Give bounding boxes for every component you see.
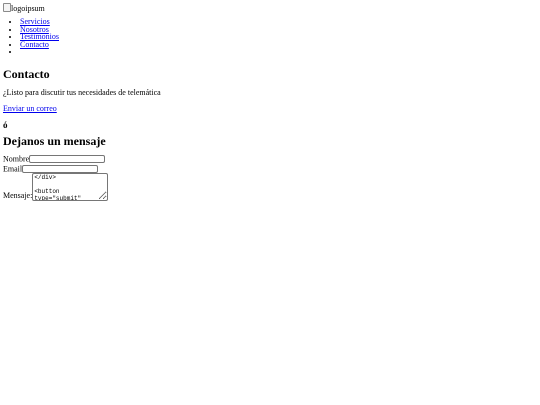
nav-item-servicios: Servicios bbox=[20, 18, 533, 26]
email-link-paragraph: Enviar un correo bbox=[3, 104, 533, 114]
message-label: Mensaje: bbox=[3, 191, 33, 201]
nav-item-empty bbox=[20, 48, 533, 56]
contact-form: Nombre Email Mensaje:</div> <button type… bbox=[3, 154, 533, 202]
main-nav: Servicios Nosotros Testimonios Contacto bbox=[3, 18, 533, 56]
send-email-link[interactable]: Enviar un correo bbox=[3, 104, 57, 113]
contact-title: Contacto bbox=[3, 66, 50, 81]
name-input[interactable] bbox=[29, 155, 106, 164]
or-separator: ó bbox=[3, 119, 8, 130]
logo[interactable]: logoipsum bbox=[3, 3, 533, 13]
email-input[interactable] bbox=[22, 164, 99, 173]
nav-item-contacto: Contacto bbox=[20, 40, 533, 49]
email-row: Email bbox=[3, 164, 533, 174]
broken-image-icon bbox=[3, 3, 11, 12]
message-textarea[interactable]: </div> <button type="submit" class="subm… bbox=[32, 173, 109, 202]
nav-link-contacto[interactable]: Contacto bbox=[20, 40, 49, 49]
contact-lead: ¿Listo para discutir tus necesidades de … bbox=[3, 87, 161, 97]
nav-item-nosotros: Nosotros bbox=[20, 25, 533, 34]
email-label: Email bbox=[3, 164, 23, 174]
message-row: Mensaje:</div> <button type="submit" cla… bbox=[3, 173, 533, 202]
logo-alt-text: logoipsum bbox=[11, 4, 45, 13]
page: logoipsum Servicios Nosotros Testimonios… bbox=[3, 3, 533, 202]
name-row: Nombre bbox=[3, 154, 533, 164]
form-title: Dejanos un mensaje bbox=[3, 133, 106, 148]
nav-item-testimonios: Testimonios bbox=[20, 33, 533, 41]
name-label: Nombre bbox=[3, 154, 30, 164]
